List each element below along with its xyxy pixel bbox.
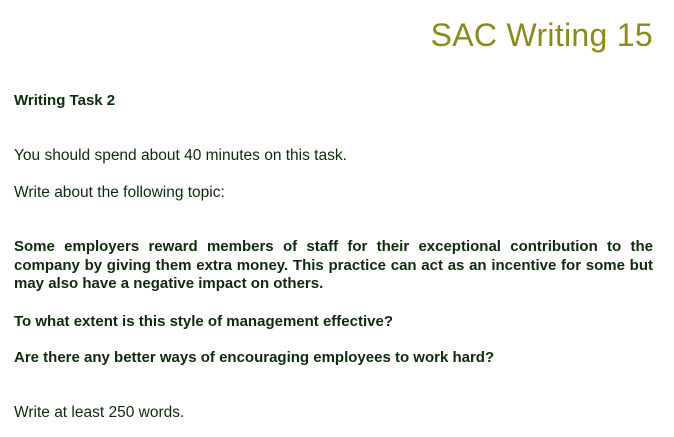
topic-instruction: Write about the following topic: — [14, 184, 225, 201]
task-question-1: To what extent is this style of manageme… — [14, 313, 393, 330]
task-heading: Writing Task 2 — [14, 92, 116, 109]
word-count-instruction: Write at least 250 words. — [14, 404, 185, 421]
task-question-2: Are there any better ways of encouraging… — [14, 349, 495, 366]
page-title: SAC Writing 15 — [430, 17, 653, 53]
time-instruction: You should spend about 40 minutes on thi… — [14, 147, 347, 164]
task-statement: Some employers reward members of staff f… — [14, 238, 653, 292]
